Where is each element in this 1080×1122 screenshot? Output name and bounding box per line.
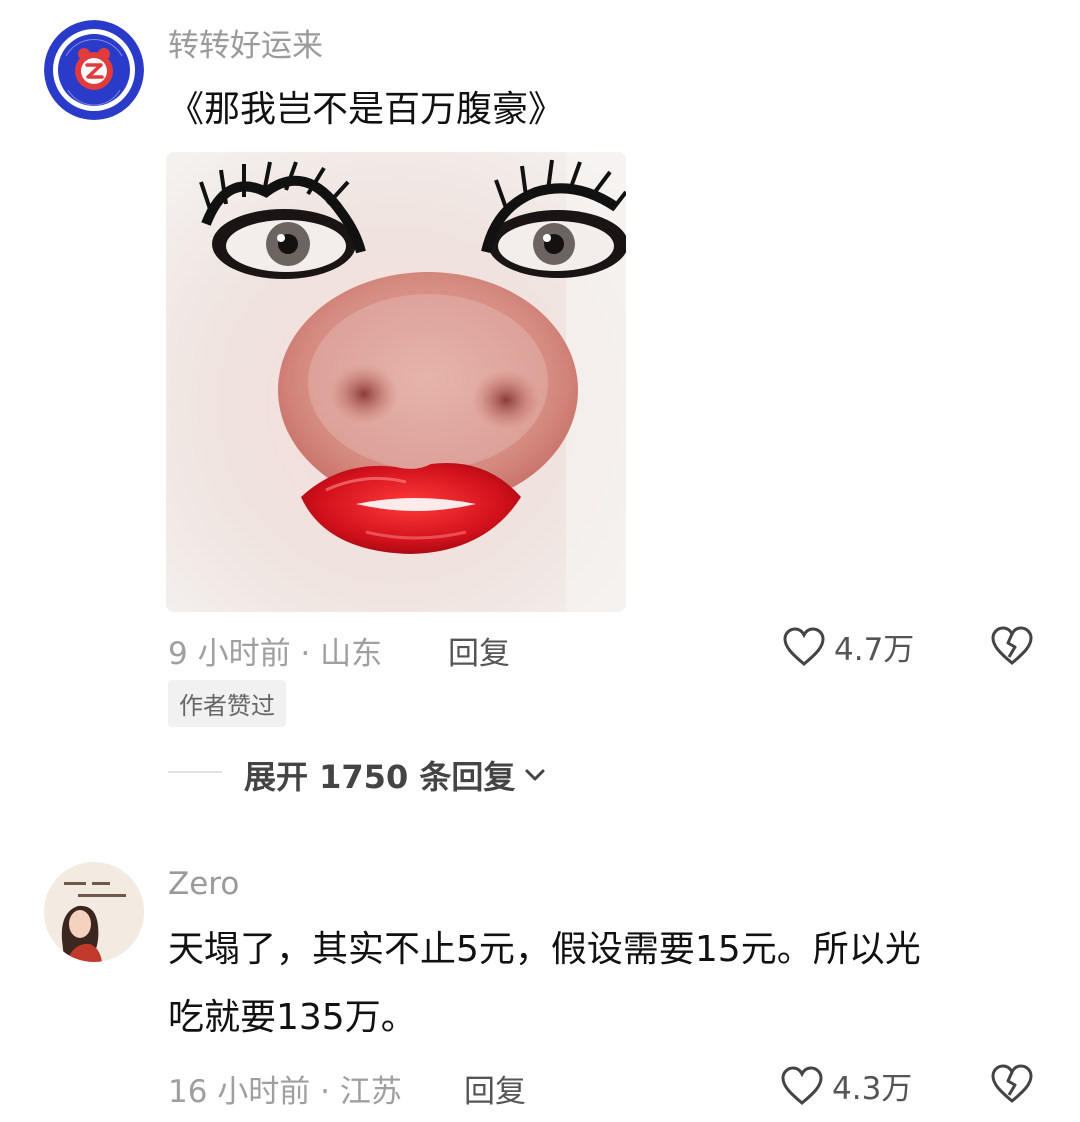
expand-replies-button[interactable]: 展开 1750 条回复 bbox=[244, 752, 547, 798]
dislike-button[interactable] bbox=[990, 625, 1034, 667]
pig-face-image bbox=[166, 152, 626, 612]
broken-heart-icon bbox=[991, 1064, 1033, 1103]
author-liked-badge: 作者赞过 bbox=[168, 680, 286, 727]
chevron-down-icon bbox=[525, 769, 545, 781]
broken-heart-icon bbox=[991, 626, 1033, 665]
expand-replies-label: 展开 1750 条回复 bbox=[244, 758, 516, 796]
comment-image[interactable] bbox=[166, 152, 626, 612]
reply-button[interactable]: 回复 bbox=[464, 1066, 526, 1111]
expand-divider bbox=[168, 771, 222, 773]
comment-text: 《那我岂不是百万腹豪》 bbox=[168, 89, 565, 130]
brand-logo-icon bbox=[44, 20, 144, 120]
like-button[interactable]: 4.7万 bbox=[782, 624, 914, 669]
like-count: 4.7万 bbox=[834, 632, 915, 668]
avatar[interactable] bbox=[44, 20, 144, 120]
comment-username[interactable]: Zero bbox=[168, 866, 239, 902]
heart-outline-icon bbox=[781, 1065, 823, 1105]
avatar[interactable] bbox=[44, 862, 144, 962]
reply-button[interactable]: 回复 bbox=[448, 628, 510, 673]
comment-username[interactable]: 转转好运来 bbox=[168, 20, 323, 65]
comment-meta: 16 小时前 · 江苏 bbox=[168, 1074, 402, 1110]
heart-outline-icon bbox=[783, 626, 825, 666]
girl-avatar-icon bbox=[44, 862, 144, 962]
comment-text-line: 吃就要135万。 bbox=[168, 997, 417, 1038]
dislike-button[interactable] bbox=[990, 1063, 1034, 1105]
like-count: 4.3万 bbox=[832, 1071, 913, 1107]
comment-meta: 9 小时前 · 山东 bbox=[168, 636, 383, 672]
like-button[interactable]: 4.3万 bbox=[780, 1063, 912, 1108]
comment-text-line: 天塌了，其实不止5元，假设需要15元。所以光 bbox=[168, 929, 921, 970]
